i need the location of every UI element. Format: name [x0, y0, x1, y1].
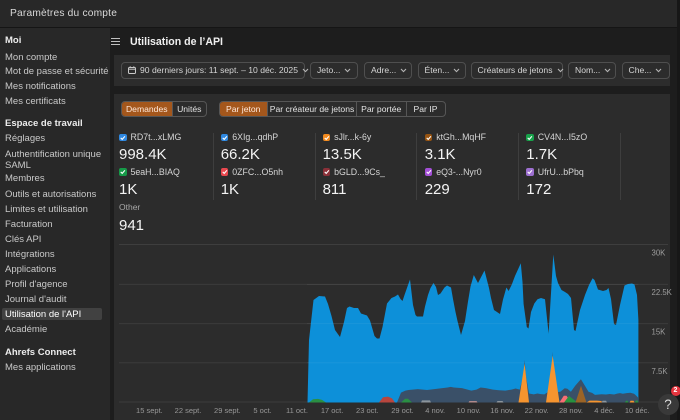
svg-text:5 oct.: 5 oct.: [253, 406, 271, 415]
svg-text:22.5K: 22.5K: [652, 288, 673, 297]
svg-text:29 oct.: 29 oct.: [391, 406, 414, 415]
svg-text:15K: 15K: [652, 328, 667, 337]
svg-text:16 nov.: 16 nov.: [490, 406, 514, 415]
svg-text:4 déc.: 4 déc.: [594, 406, 614, 415]
svg-text:22 sept.: 22 sept.: [175, 406, 202, 415]
svg-text:7.5K: 7.5K: [652, 367, 669, 376]
svg-text:28 nov.: 28 nov.: [559, 406, 583, 415]
svg-text:15 sept.: 15 sept.: [136, 406, 163, 415]
svg-text:23 oct.: 23 oct.: [356, 406, 379, 415]
svg-text:10 nov.: 10 nov.: [457, 406, 481, 415]
svg-text:22 nov.: 22 nov.: [525, 406, 549, 415]
svg-text:10 déc.: 10 déc.: [625, 406, 650, 415]
svg-text:17 oct.: 17 oct.: [321, 406, 344, 415]
svg-text:29 sept.: 29 sept.: [214, 406, 241, 415]
svg-text:4 nov.: 4 nov.: [425, 406, 445, 415]
svg-text:30K: 30K: [652, 249, 667, 258]
svg-text:11 oct.: 11 oct.: [286, 406, 308, 415]
